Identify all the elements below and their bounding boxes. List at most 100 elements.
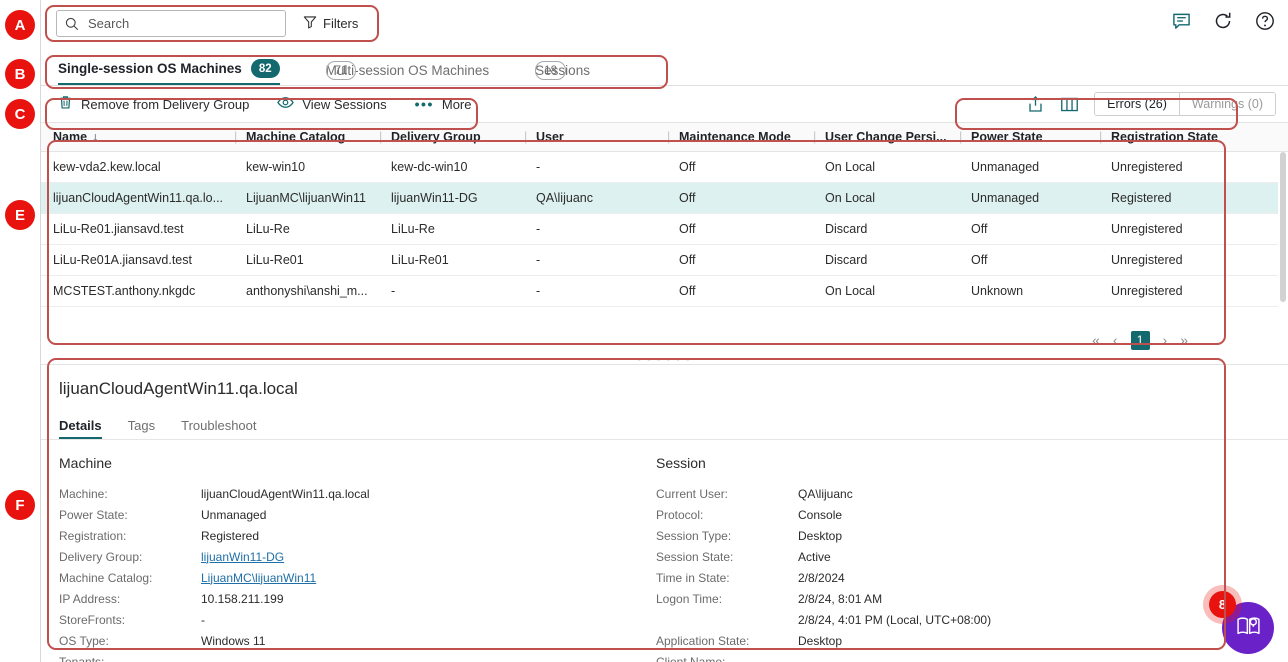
detail-label: Tenants: — [59, 655, 201, 662]
table-cell: Unregistered — [1099, 253, 1239, 267]
session-detail-row: Protocol:Console — [656, 504, 1251, 525]
grip-dots-icon: ▪ ▪ ▪ ▪ ▪ ▪ — [638, 355, 692, 364]
column-label: Power State — [971, 130, 1043, 144]
detail-label: Client Name: — [656, 655, 798, 662]
machine-section-title: Machine — [59, 455, 646, 471]
table-cell: lijuanWin11-DG — [379, 191, 524, 205]
tab-sessions[interactable]: Sessions 18 — [535, 63, 590, 86]
tab-single-session-os-machines[interactable]: Single-session OS Machines 82 — [58, 59, 280, 86]
table-cell: kew-win10 — [234, 160, 379, 174]
detail-value[interactable]: LijuanMC\lijuanWin11 — [201, 571, 316, 585]
table-cell: On Local — [813, 191, 959, 205]
warnings-button[interactable]: Warnings (0) — [1180, 93, 1275, 115]
detail-value: - — [201, 655, 205, 662]
table-header-delivery-group[interactable]: |Delivery Group — [379, 130, 524, 144]
search-box[interactable] — [56, 10, 286, 37]
table-vertical-scrollbar[interactable] — [1278, 152, 1288, 325]
table-row[interactable]: MCSTEST.anthony.nkgdcanthonyshi\anshi_m.… — [41, 276, 1288, 307]
sort-descending-icon: ↓ — [92, 130, 98, 144]
detail-value[interactable]: lijuanWin11-DG — [201, 550, 284, 564]
refresh-icon[interactable] — [1212, 10, 1234, 32]
help-icon[interactable] — [1254, 10, 1276, 32]
detail-value-link[interactable]: lijuanWin11-DG — [201, 550, 284, 564]
column-divider-icon: | — [379, 130, 382, 144]
table-row[interactable]: kew-vda2.kew.localkew-win10kew-dc-win10-… — [41, 152, 1288, 183]
column-divider-icon: | — [524, 130, 527, 144]
detail-value: - — [201, 613, 205, 627]
session-detail-row: 2/8/24, 4:01 PM (Local, UTC+08:00) — [656, 609, 1251, 630]
panel-resize-handle[interactable]: ▪ ▪ ▪ ▪ ▪ ▪ — [41, 354, 1288, 364]
session-section: Session Current User:QA\lijuancProtocol:… — [646, 455, 1251, 662]
table-cell: Discard — [813, 253, 959, 267]
detail-label: OS Type: — [59, 634, 201, 648]
table-body: kew-vda2.kew.localkew-win10kew-dc-win10-… — [41, 152, 1288, 307]
table-row[interactable]: LiLu-Re01A.jiansavd.testLiLu-Re01LiLu-Re… — [41, 245, 1288, 276]
table-header-power-state[interactable]: |Power State — [959, 130, 1099, 144]
table-header-name[interactable]: Name↓ — [41, 130, 234, 144]
table-header-machine-catalog[interactable]: | Machine Catalog — [234, 130, 379, 144]
filters-label: Filters — [323, 16, 358, 31]
table-header-user[interactable]: |User — [524, 130, 667, 144]
table-cell: LiLu-Re01 — [379, 253, 524, 267]
pagination-first[interactable]: « — [1092, 332, 1100, 348]
export-icon[interactable] — [1018, 90, 1052, 118]
machine-detail-row: Tenants:- — [59, 651, 646, 662]
table-row[interactable]: LiLu-Re01.jiansavd.testLiLu-ReLiLu-Re-Of… — [41, 214, 1288, 245]
pagination-last[interactable]: » — [1180, 332, 1188, 348]
column-label: Maintenance Mode — [679, 130, 791, 144]
feedback-icon[interactable] — [1170, 10, 1192, 32]
view-sessions-button[interactable]: View Sessions — [277, 95, 386, 113]
table-cell: Unregistered — [1099, 222, 1239, 236]
annotation-label-b: B — [5, 59, 35, 89]
errors-button[interactable]: Errors (26) — [1095, 93, 1180, 115]
detail-label: Logon Time: — [656, 592, 798, 606]
detail-label: Time in State: — [656, 571, 798, 585]
session-detail-row: Client Name:- — [656, 651, 1251, 662]
pagination-page-1[interactable]: 1 — [1131, 331, 1150, 350]
detail-tab-details[interactable]: Details — [59, 418, 102, 440]
errors-warnings-toggle: Errors (26) Warnings (0) — [1094, 92, 1276, 116]
search-input[interactable] — [86, 15, 277, 32]
columns-icon[interactable] — [1052, 90, 1086, 118]
table-cell: Off — [959, 253, 1099, 267]
detail-label: Application State: — [656, 634, 798, 648]
more-button[interactable]: ••• More — [415, 96, 472, 112]
detail-tab-troubleshoot[interactable]: Troubleshoot — [181, 418, 256, 440]
machines-table: Name↓|Machine Catalog|Delivery Group|Use… — [41, 122, 1288, 326]
table-cell: MCSTEST.anthony.nkgdc — [41, 284, 234, 298]
remove-from-delivery-group-button[interactable]: Remove from Delivery Group — [58, 95, 249, 113]
table-header-maintenance-mode[interactable]: | Maintenance Mode — [667, 130, 813, 144]
detail-value: QA\lijuanc — [798, 487, 853, 501]
filters-button[interactable]: Filters — [303, 11, 358, 36]
table-cell: kew-dc-win10 — [379, 160, 524, 174]
detail-tab-tags[interactable]: Tags — [128, 418, 155, 440]
table-cell: Off — [667, 284, 813, 298]
table-header-user-change-persi[interactable]: | User Change Persi... — [813, 130, 959, 144]
detail-tabs: Details Tags Troubleshoot — [41, 408, 1288, 440]
detail-value: - — [798, 655, 802, 662]
column-divider-icon: | — [813, 130, 816, 144]
detail-value-link[interactable]: LijuanMC\lijuanWin11 — [201, 571, 316, 585]
table-header-registration-state[interactable]: |Registration State — [1099, 130, 1239, 144]
table-cell: QA\lijuanc — [524, 191, 667, 205]
action-bar-right: Errors (26) Warnings (0) — [1018, 90, 1276, 118]
annotation-label-a: A — [5, 10, 35, 40]
annotation-label-c: C — [5, 99, 35, 129]
detail-label: Session Type: — [656, 529, 798, 543]
scrollbar-thumb[interactable] — [1280, 152, 1286, 302]
table-row[interactable]: lijuanCloudAgentWin11.qa.lo...LijuanMC\l… — [41, 183, 1288, 214]
action-label: Remove from Delivery Group — [81, 97, 249, 112]
pagination-prev[interactable]: ‹ — [1113, 332, 1118, 348]
table-cell: Unmanaged — [959, 191, 1099, 205]
column-label: Machine Catalog — [246, 130, 345, 144]
session-detail-row: Time in State:2/8/2024 — [656, 567, 1251, 588]
tab-multi-session-os-machines[interactable]: Multi-session OS Machines 71 — [326, 63, 490, 86]
table-cell: Off — [667, 253, 813, 267]
machine-section: Machine Machine:lijuanCloudAgentWin11.qa… — [41, 455, 646, 662]
machine-detail-row: Machine Catalog:LijuanMC\lijuanWin11 — [59, 567, 646, 588]
column-label: User Change Persi... — [825, 130, 947, 144]
column-divider-icon: | — [667, 130, 670, 144]
pagination-next[interactable]: › — [1163, 332, 1168, 348]
detail-label: IP Address: — [59, 592, 201, 606]
detail-label: Machine: — [59, 487, 201, 501]
